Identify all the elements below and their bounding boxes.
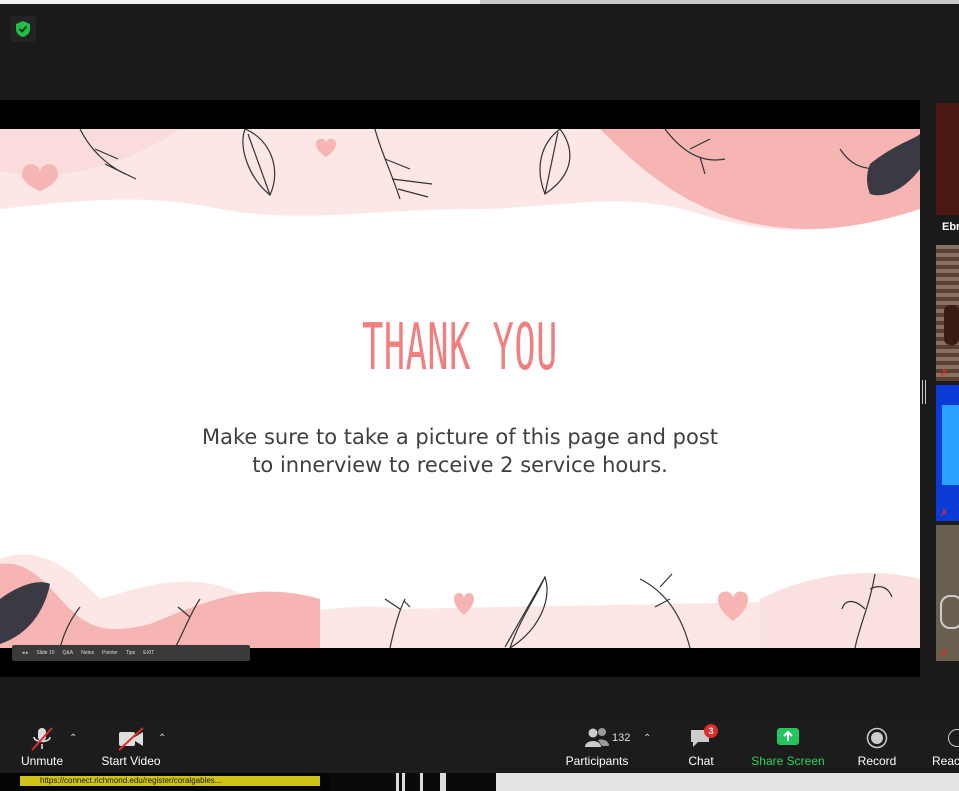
muted-mic-icon: ✗ xyxy=(940,368,949,379)
record-button[interactable]: Record xyxy=(850,721,904,773)
pointer-button[interactable]: Pointer xyxy=(102,650,118,656)
prev-slide-icon[interactable]: ◂ ▸ xyxy=(22,650,28,656)
video-off-icon xyxy=(117,727,145,754)
reactions-button[interactable]: Reac xyxy=(928,721,959,773)
muted-mic-icon xyxy=(29,727,55,754)
video-options-chevron-icon[interactable]: ⌃ xyxy=(158,733,166,744)
participants-icon xyxy=(584,727,610,752)
unmute-button[interactable]: Unmute xyxy=(12,721,72,773)
participant-name: Ebr xyxy=(942,221,959,233)
share-screen-button[interactable]: Share Screen xyxy=(746,721,830,773)
participant-tile[interactable]: ✗ xyxy=(936,245,959,381)
slide-body-line-1: Make sure to take a picture of this page… xyxy=(201,425,719,449)
participants-options-chevron-icon[interactable]: ⌃ xyxy=(643,733,651,744)
slide-body-text: Make sure to take a picture of this page… xyxy=(0,423,920,479)
meeting-area: THANK YOU Make sure to take a picture of… xyxy=(0,4,959,721)
link-status-bar: https://connect.richmond.edu/register/co… xyxy=(20,776,320,786)
qa-button[interactable]: Q&A xyxy=(63,650,74,656)
reactions-icon xyxy=(948,729,959,747)
participant-tile[interactable]: ✗ xyxy=(936,385,959,521)
tips-button[interactable]: Tips xyxy=(126,650,135,656)
exit-button[interactable]: EXIT xyxy=(143,650,154,656)
muted-mic-icon: ✗ xyxy=(940,508,949,519)
audio-options-chevron-icon[interactable]: ⌃ xyxy=(69,733,77,744)
muted-mic-icon: ✗ xyxy=(940,648,949,659)
slide-body-line-2: to innerview to receive 2 service hours. xyxy=(252,453,668,477)
record-icon xyxy=(866,727,888,752)
security-shield-icon[interactable] xyxy=(10,16,36,42)
share-screen-icon xyxy=(776,727,800,750)
notes-button[interactable]: Notes xyxy=(81,650,94,656)
meeting-controls-bar: Unmute ⌃ Start Video ⌃ 132 Participants … xyxy=(0,721,959,773)
participants-count: 132 xyxy=(612,732,631,744)
slide-title: THANK YOU xyxy=(362,311,558,385)
participants-button[interactable]: 132 Participants xyxy=(560,721,634,773)
panel-resize-handle[interactable] xyxy=(922,380,926,404)
participant-tile[interactable]: ✗ xyxy=(936,525,959,661)
presentation-slide: THANK YOU Make sure to take a picture of… xyxy=(0,129,920,648)
chat-unread-badge: 3 xyxy=(704,724,718,738)
participant-tile[interactable]: Ebr xyxy=(936,103,959,241)
presenter-toolbar[interactable]: ◂ ▸ Slide 10 Q&A Notes Pointer Tips EXIT xyxy=(12,645,250,661)
slide-decoration xyxy=(0,129,920,648)
start-video-button[interactable]: Start Video xyxy=(95,721,167,773)
slide-number-label[interactable]: Slide 10 xyxy=(36,650,54,656)
shared-screen: THANK YOU Make sure to take a picture of… xyxy=(0,100,920,677)
